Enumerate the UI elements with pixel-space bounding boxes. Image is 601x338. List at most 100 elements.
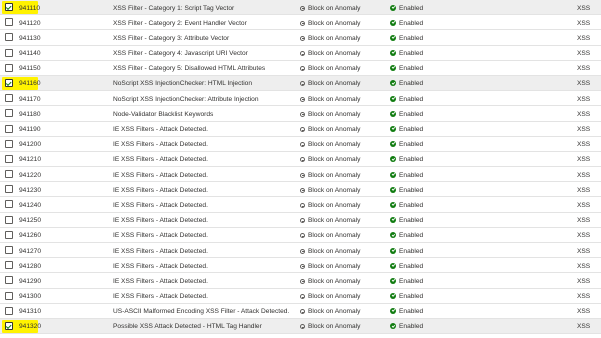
rule-status-label: Enabled (399, 50, 424, 58)
checkmark-icon (5, 4, 12, 10)
row-checkbox[interactable] (5, 215, 13, 224)
rule-action-label: Block on Anomaly (308, 232, 361, 240)
rule-action: Block on Anomaly (300, 323, 360, 330)
table-row[interactable]: 941240 IE XSS Filters - Attack Detected. B… (0, 197, 601, 213)
row-checkbox[interactable] (5, 18, 13, 27)
rule-status: Enabled (390, 110, 423, 118)
rule-status: Enabled (390, 65, 423, 72)
table-row[interactable]: 941190 IE XSS Filters - Attack Detected. B… (0, 122, 601, 137)
rule-name: NoScript XSS InjectionChecker: HTML Inje… (113, 80, 253, 88)
row-checkbox[interactable] (5, 48, 13, 57)
row-checkbox[interactable] (5, 124, 13, 133)
row-checkbox[interactable] (5, 109, 13, 118)
rule-action-label: Block on Anomaly (308, 293, 361, 301)
rule-status-label: Enabled (399, 186, 424, 194)
row-checkbox[interactable] (5, 230, 13, 239)
row-checkbox[interactable] (5, 3, 13, 11)
checkmark-circle-icon (390, 247, 396, 254)
table-row[interactable]: 941120 XSS Filter - Category 2: Event Han… (0, 15, 601, 31)
table-row[interactable]: 941200 IE XSS Filters - Attack Detected. B… (0, 137, 601, 152)
table-row[interactable]: 941290 IE XSS Filters - Attack Detected. B… (0, 273, 601, 289)
block-circle-icon (300, 51, 305, 57)
rules-table: 941110 XSS Filter - Category 1: Script Ta… (0, 0, 601, 335)
row-checkbox[interactable] (5, 185, 13, 194)
rule-action: Block on Anomaly (300, 278, 360, 285)
row-checkbox[interactable] (5, 246, 13, 254)
checkmark-circle-icon (390, 19, 396, 26)
rule-action: Block on Anomaly (300, 248, 360, 255)
rule-status: Enabled (390, 293, 423, 300)
rule-id: 941240 (19, 201, 42, 209)
rule-name: IE XSS Filters - Attack Detected. (113, 171, 208, 179)
block-circle-icon (300, 127, 305, 132)
table-row[interactable]: 941310 US-ASCII Malformed Encoding XSS Fi… (0, 304, 601, 319)
table-row[interactable]: 941220 IE XSS Filters - Attack Detected. B… (0, 167, 601, 183)
row-checkbox[interactable] (5, 291, 13, 300)
rule-action-label: Block on Anomaly (308, 247, 361, 255)
rule-id: 941290 (19, 277, 42, 285)
rule-status: Enabled (390, 323, 423, 330)
rule-action: Block on Anomaly (300, 232, 360, 239)
row-checkbox[interactable] (5, 276, 13, 285)
rule-status: Enabled (390, 308, 423, 315)
rule-name: XSS Filter - Category 1: Script Tag Vect… (113, 4, 235, 12)
block-circle-icon (300, 187, 305, 193)
rule-status: Enabled (390, 50, 423, 57)
table-row[interactable]: 941320 Possible XSS Attack Detected - HTM… (0, 318, 601, 335)
row-checkbox[interactable] (5, 94, 13, 103)
row-checkbox[interactable] (5, 170, 13, 179)
row-checkbox[interactable] (5, 200, 13, 209)
table-row[interactable]: 941140 XSS Filter - Category 4: Javascrip… (0, 46, 601, 61)
row-checkbox[interactable] (5, 139, 13, 148)
rule-status-label: Enabled (399, 19, 424, 27)
rule-status: Enabled (390, 201, 424, 209)
row-checkbox[interactable] (5, 261, 13, 270)
table-row[interactable]: 941300 IE XSS Filters - Attack Detected. B… (0, 289, 601, 304)
table-row[interactable]: 941280 IE XSS Filters - Attack Detected. B… (0, 258, 601, 274)
row-checkbox[interactable] (5, 78, 13, 87)
table-row[interactable]: 941170 NoScript XSS InjectionChecker: Att… (0, 91, 601, 107)
block-circle-icon (300, 233, 305, 239)
rule-action: Block on Anomaly (300, 50, 360, 57)
table-row[interactable]: 941150 XSS Filter - Category 5: Disallowe… (0, 61, 601, 76)
table-row[interactable]: 941160 NoScript XSS InjectionChecker: HTM… (0, 75, 601, 92)
checkmark-circle-icon (390, 110, 396, 117)
rule-name: IE XSS Filters - Attack Detected. (113, 126, 208, 133)
checkmark-circle-icon (390, 308, 396, 315)
rule-status-label: Enabled (399, 217, 424, 225)
block-circle-icon (300, 172, 305, 178)
block-circle-icon (300, 218, 305, 224)
block-circle-icon (300, 202, 305, 208)
rule-category: XSS (577, 277, 591, 285)
table-row[interactable]: 941110 XSS Filter - Category 1: Script Ta… (0, 0, 601, 16)
checkmark-circle-icon (390, 277, 396, 284)
row-checkbox[interactable] (5, 63, 13, 72)
rule-category: XSS (577, 232, 591, 240)
rule-action: Block on Anomaly (300, 141, 360, 148)
rule-action-label: Block on Anomaly (308, 156, 361, 164)
rule-name: NoScript XSS InjectionChecker: Attribute… (113, 95, 259, 103)
rule-name: Possible XSS Attack Detected - HTML Tag … (113, 323, 262, 331)
rule-status-label: Enabled (399, 201, 424, 209)
table-row[interactable]: 941130 XSS Filter - Category 3: Attribute… (0, 30, 601, 46)
row-checkbox[interactable] (5, 33, 13, 42)
checkmark-circle-icon (390, 65, 396, 72)
row-checkbox[interactable] (5, 154, 13, 163)
block-circle-icon (300, 111, 305, 117)
table-row[interactable]: 941230 IE XSS Filters - Attack Detected. B… (0, 182, 601, 198)
rule-name: US-ASCII Malformed Encoding XSS Filter -… (113, 308, 290, 316)
table-row[interactable]: 941270 IE XSS Filters - Attack Detected. B… (0, 243, 601, 259)
table-row[interactable]: 941180 Node-Validator Blacklist Keywords B… (0, 106, 601, 122)
rule-category: XSS (577, 126, 591, 133)
rule-action: Block on Anomaly (300, 293, 360, 300)
table-row[interactable]: 941250 IE XSS Filters - Attack Detected. B… (0, 213, 601, 228)
row-checkbox[interactable] (5, 306, 13, 315)
row-checkbox[interactable] (5, 321, 13, 330)
rule-id: 941220 (19, 171, 42, 179)
rule-category: XSS (577, 80, 591, 88)
table-row[interactable]: 941210 IE XSS Filters - Attack Detected. B… (0, 152, 601, 168)
rule-action-label: Block on Anomaly (308, 201, 361, 209)
rule-category: XSS (577, 323, 591, 331)
rule-category: XSS (577, 247, 591, 255)
table-row[interactable]: 941260 IE XSS Filters - Attack Detected. B… (0, 228, 601, 243)
